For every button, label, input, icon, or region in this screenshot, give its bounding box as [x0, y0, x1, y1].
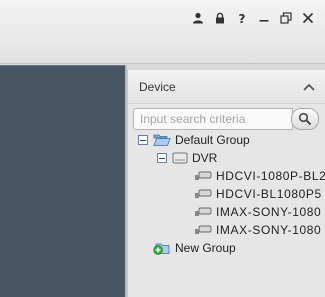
camera-label: HDCVI-BL1080P5 — [216, 187, 322, 201]
user-icon[interactable] — [187, 9, 209, 27]
dvr-icon — [172, 151, 188, 165]
tree-node-camera[interactable]: IMAX-SONY-1080 — [194, 222, 321, 238]
new-group-button[interactable]: New Group — [153, 240, 236, 256]
collapse-toggle-icon[interactable] — [157, 153, 167, 163]
camera-label: IMAX-SONY-1080 — [216, 223, 322, 237]
camera-icon — [194, 170, 212, 182]
add-group-icon — [153, 241, 171, 255]
device-panel-header: Device — [128, 70, 325, 104]
folder-open-icon — [153, 133, 171, 147]
title-bar: ? — [0, 0, 325, 64]
tree-node-default-group[interactable]: Default Group — [138, 132, 250, 148]
tree-node-camera[interactable]: IMAX-SONY-1080 — [194, 204, 321, 220]
camera-icon — [194, 224, 212, 236]
svg-text:?: ? — [239, 12, 246, 24]
lock-icon[interactable] — [209, 9, 231, 27]
device-panel-title: Device — [139, 79, 176, 94]
minimize-icon[interactable] — [253, 9, 275, 27]
camera-label: HDCVI-1080P-BL2 — [216, 169, 325, 183]
camera-icon — [194, 188, 212, 200]
tree-node-label: Default Group — [175, 133, 250, 147]
chevron-up-icon[interactable] — [302, 80, 316, 94]
device-panel: Device Default Group DVR — [127, 70, 325, 297]
collapse-toggle-icon[interactable] — [138, 135, 148, 145]
new-group-label: New Group — [175, 241, 236, 255]
search-input[interactable] — [133, 108, 293, 130]
camera-label: IMAX-SONY-1080 — [216, 205, 322, 219]
live-view-area[interactable] — [0, 65, 125, 297]
camera-icon — [194, 206, 212, 218]
tree-node-camera[interactable]: HDCVI-BL1080P5 — [194, 186, 322, 202]
window-controls: ? — [187, 9, 319, 27]
help-icon[interactable]: ? — [231, 9, 253, 27]
restore-icon[interactable] — [275, 9, 297, 27]
close-icon[interactable] — [297, 9, 319, 27]
search-icon[interactable] — [291, 108, 319, 130]
tree-node-dvr[interactable]: DVR — [157, 150, 217, 166]
tree-node-label: DVR — [192, 151, 218, 165]
search-row — [133, 108, 321, 130]
tree-node-camera[interactable]: HDCVI-1080P-BL2 — [194, 168, 325, 184]
